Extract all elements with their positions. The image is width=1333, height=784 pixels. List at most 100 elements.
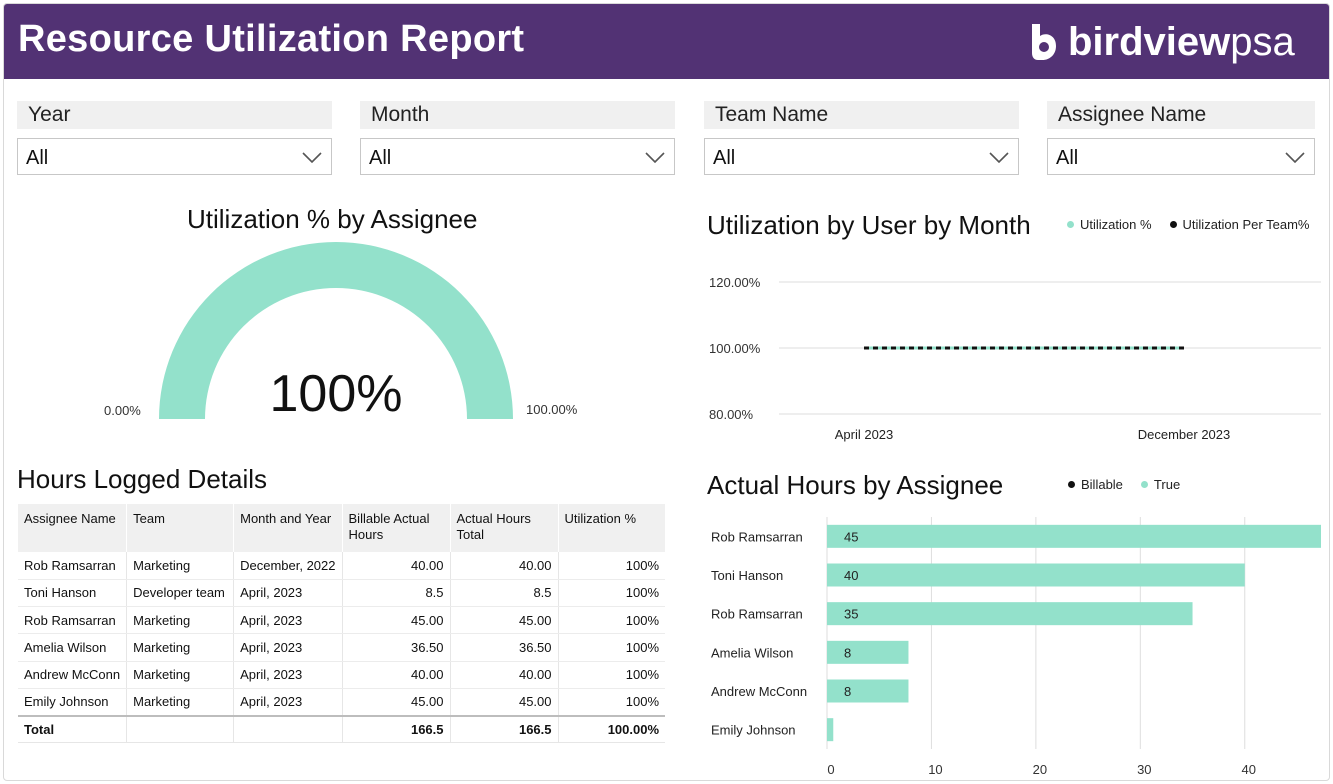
total-team bbox=[126, 714, 234, 744]
table-row: Andrew McConn Marketing April, 2023 40.0… bbox=[18, 661, 666, 689]
legend-item-billable: Billable bbox=[1068, 477, 1123, 492]
cell-utilization: 100% bbox=[557, 606, 666, 635]
cell-team: Marketing bbox=[126, 552, 234, 580]
bar-data-label: 8 bbox=[844, 645, 851, 660]
category-label: Rob Ramsarran bbox=[711, 607, 803, 622]
bar[interactable] bbox=[827, 524, 1321, 548]
legend-label: Utilization Per Team% bbox=[1182, 217, 1310, 232]
cell-utilization: 100% bbox=[557, 552, 666, 580]
column-header[interactable]: Billable Actual Hours bbox=[341, 504, 451, 552]
cell-billable-hours: 36.50 bbox=[341, 633, 451, 662]
bar-chart-title: Actual Hours by Assignee bbox=[707, 470, 1004, 500]
month-dropdown[interactable]: All bbox=[360, 138, 675, 175]
cell-actual-hours: 8.5 bbox=[449, 579, 559, 608]
cell-month-year: April, 2023 bbox=[233, 688, 343, 717]
assignee-name-dropdown[interactable]: All bbox=[1047, 138, 1315, 175]
bar[interactable] bbox=[827, 718, 834, 742]
column-header[interactable]: Actual Hours Total bbox=[449, 504, 559, 552]
cell-month-year: April, 2023 bbox=[233, 633, 343, 662]
chevron-down-icon bbox=[1285, 152, 1305, 163]
legend-dot bbox=[1068, 481, 1075, 488]
month-filter: Month All bbox=[360, 101, 675, 175]
gauge-title: Utilization % by Assignee bbox=[187, 204, 478, 234]
cell-utilization: 100% bbox=[557, 579, 666, 608]
total-label: Total bbox=[18, 714, 127, 744]
cell-team: Developer team bbox=[126, 579, 234, 608]
chevron-down-icon bbox=[302, 152, 322, 163]
cell-billable-hours: 45.00 bbox=[341, 606, 451, 635]
bar[interactable] bbox=[827, 640, 909, 664]
category-label: Rob Ramsarran bbox=[711, 529, 803, 544]
cell-assignee: Toni Hanson bbox=[18, 579, 127, 608]
table-row: Toni Hanson Developer team April, 2023 8… bbox=[18, 579, 666, 608]
bar-data-label: 35 bbox=[844, 607, 858, 622]
cell-utilization: 100% bbox=[557, 633, 666, 662]
cell-team: Marketing bbox=[126, 661, 234, 689]
y-tick-label: 120.00% bbox=[709, 275, 761, 290]
cell-assignee: Rob Ramsarran bbox=[18, 606, 127, 635]
report-frame: Resource Utilization Report birdviewpsa … bbox=[3, 3, 1330, 781]
cell-month-year: December, 2022 bbox=[233, 552, 343, 580]
legend-label: True bbox=[1153, 477, 1181, 492]
gauge-value: 100% bbox=[269, 365, 403, 423]
assignee-name-filter-label: Assignee Name bbox=[1047, 101, 1315, 129]
cell-actual-hours: 45.00 bbox=[449, 688, 559, 717]
logo-wordmark: birdviewpsa bbox=[1068, 20, 1295, 65]
column-header[interactable]: Utilization % bbox=[557, 504, 666, 552]
cell-actual-hours: 40.00 bbox=[449, 552, 559, 580]
team-name-dropdown-value: All bbox=[713, 147, 736, 169]
cell-month-year: April, 2023 bbox=[233, 661, 343, 689]
cell-month-year: April, 2023 bbox=[233, 579, 343, 608]
cell-billable-hours: 40.00 bbox=[341, 552, 451, 580]
bar-data-label: 8 bbox=[844, 684, 851, 699]
cell-assignee: Emily Johnson bbox=[18, 688, 127, 717]
team-name-dropdown[interactable]: All bbox=[704, 138, 1019, 175]
cell-actual-hours: 45.00 bbox=[449, 606, 559, 635]
column-header[interactable]: Assignee Name bbox=[18, 504, 127, 552]
total-actual-hours: 166.5 bbox=[449, 714, 559, 744]
hours-logged-table: Assignee Name Team Month and Year Billab… bbox=[18, 504, 666, 744]
line-chart-legend: Utilization % Utilization Per Team% bbox=[1067, 217, 1309, 232]
total-utilization: 100.00% bbox=[557, 714, 666, 744]
cell-team: Marketing bbox=[126, 688, 234, 717]
legend-label: Billable bbox=[1081, 477, 1123, 492]
year-filter-label: Year bbox=[17, 101, 332, 129]
category-label: Andrew McConn bbox=[711, 684, 807, 699]
cell-assignee: Andrew McConn bbox=[18, 661, 127, 689]
x-tick-label: 40 bbox=[1242, 762, 1256, 777]
cell-team: Marketing bbox=[126, 633, 234, 662]
birdview-logo-icon bbox=[1032, 24, 1056, 60]
report-header: Resource Utilization Report birdviewpsa bbox=[4, 4, 1329, 79]
year-filter: Year All bbox=[17, 101, 332, 175]
birdview-logo: birdviewpsa bbox=[1028, 17, 1295, 67]
table-row: Rob Ramsarran Marketing December, 2022 4… bbox=[18, 552, 666, 580]
cell-utilization: 100% bbox=[557, 661, 666, 689]
legend-label: Utilization % bbox=[1080, 217, 1152, 232]
cell-assignee: Rob Ramsarran bbox=[18, 552, 127, 580]
table-row: Rob Ramsarran Marketing April, 2023 45.0… bbox=[18, 606, 666, 635]
bar[interactable] bbox=[827, 602, 1193, 626]
bar-data-label: 45 bbox=[844, 529, 858, 544]
year-dropdown[interactable]: All bbox=[17, 138, 332, 175]
bar[interactable] bbox=[827, 563, 1245, 587]
x-tick-label: December 2023 bbox=[1138, 427, 1231, 442]
actual-hours-bar-chart: 0 10 20 30 40 Rob Ramsarran 45 Toni Hanson 40 Rob… bbox=[711, 517, 1321, 777]
x-tick-label: April 2023 bbox=[835, 427, 894, 442]
cell-billable-hours: 40.00 bbox=[341, 661, 451, 689]
year-dropdown-value: All bbox=[26, 147, 49, 169]
bar[interactable] bbox=[827, 679, 909, 703]
logo-wordmark-light: psa bbox=[1230, 19, 1295, 64]
logo-wordmark-bold: birdview bbox=[1068, 19, 1231, 64]
cell-utilization: 100% bbox=[557, 688, 666, 717]
cell-team: Marketing bbox=[126, 606, 234, 635]
total-month-year bbox=[233, 714, 343, 744]
assignee-name-dropdown-value: All bbox=[1056, 147, 1079, 169]
category-label: Amelia Wilson bbox=[711, 645, 793, 660]
column-header[interactable]: Team bbox=[126, 504, 234, 552]
x-tick-label: 20 bbox=[1033, 762, 1047, 777]
cell-month-year: April, 2023 bbox=[233, 606, 343, 635]
legend-dot bbox=[1140, 481, 1148, 488]
column-header[interactable]: Month and Year bbox=[233, 504, 343, 552]
cell-billable-hours: 8.5 bbox=[341, 579, 451, 608]
cell-assignee: Amelia Wilson bbox=[18, 633, 127, 662]
